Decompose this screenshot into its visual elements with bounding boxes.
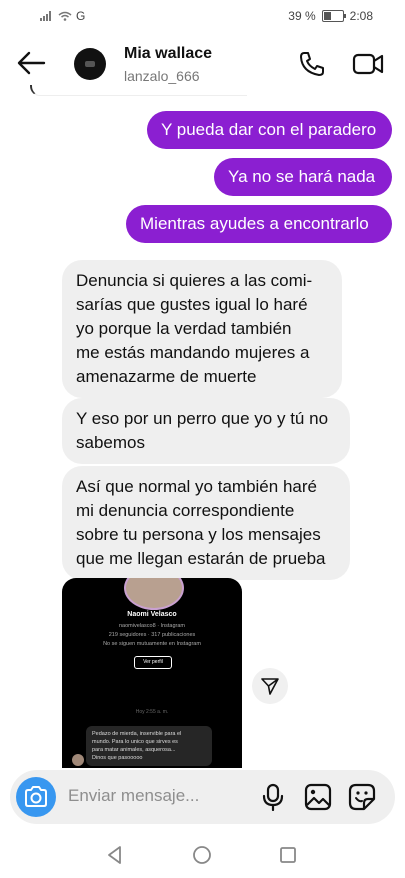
wifi-icon (58, 11, 72, 21)
message-line: amenazarme de muerte (76, 367, 257, 386)
nav-home-icon[interactable] (191, 844, 213, 866)
phone-icon[interactable] (298, 50, 326, 78)
avatar[interactable] (74, 48, 106, 80)
message-outgoing[interactable]: Mientras ayudes a encontrarlo (126, 205, 392, 243)
message-text: Y pueda dar con el paradero (161, 120, 377, 139)
camera-button[interactable] (16, 777, 56, 817)
image-icon[interactable] (304, 783, 332, 811)
battery-icon (321, 10, 346, 22)
shared-message-line: mundo. Para lo unico que sirves es (92, 739, 178, 745)
arrow-left-icon[interactable] (16, 50, 46, 76)
message-composer: Enviar mensaje... (10, 770, 395, 824)
system-nav-bar (0, 832, 405, 878)
message-incoming[interactable]: Denuncia si quieres a las comi- sarías q… (62, 260, 342, 398)
message-line: me estás mandando mujeres a (76, 343, 310, 362)
message-line: mi denuncia correspondiente (76, 501, 295, 520)
message-line: yo porque la verdad también (76, 319, 292, 338)
message-line: sabemos (76, 433, 145, 452)
message-incoming[interactable]: Y eso por un perro que yo y tú no sabemo… (62, 398, 350, 464)
contact-name[interactable]: Mia wallace (124, 45, 212, 63)
network-type: G (76, 9, 86, 23)
share-button[interactable] (252, 668, 288, 704)
message-line: Y eso por un perro que yo y tú no (76, 409, 329, 428)
contact-username[interactable]: lanzalo_666 (124, 68, 200, 84)
shared-message-line: para matar animales, asquerosa... (92, 747, 176, 753)
message-line: Así que normal yo también haré (76, 477, 317, 496)
shared-message-line: Pedazo de mierda, inservible para el (92, 731, 182, 737)
message-line: sobre tu persona y los mensajes (76, 525, 321, 544)
message-outgoing[interactable]: Ya no se hará nada (214, 158, 392, 196)
message-text: Ya no se hará nada (228, 167, 376, 186)
message-text: Mientras ayudes a encontrarlo (140, 214, 369, 233)
paper-plane-icon (261, 678, 279, 695)
message-input[interactable]: Enviar mensaje... (68, 786, 199, 806)
shared-timestamp: Hoy 2:55 a. m. (135, 709, 169, 715)
avatar-image (85, 61, 95, 67)
shared-profile-handle: naomivelasco8 · Instagram (118, 623, 186, 629)
shared-profile-name: Naomi Velasco (127, 611, 177, 618)
shared-message: Pedazo de mierda, inservible para el mun… (86, 726, 212, 766)
message-line: sarías que gustes igual lo haré (76, 295, 308, 314)
message-line: Denuncia si quieres a las comi- (76, 271, 313, 290)
nav-recent-apps-icon[interactable] (277, 844, 299, 866)
sticker-icon[interactable] (348, 783, 376, 811)
video-camera-icon[interactable] (352, 50, 384, 78)
microphone-icon[interactable] (260, 783, 286, 811)
message-incoming[interactable]: Así que normal yo también haré mi denunc… (62, 466, 350, 580)
message-outgoing[interactable]: Y pueda dar con el paradero (147, 111, 392, 149)
shared-profile-stats: 219 seguidores · 317 publicaciones (108, 632, 196, 638)
previous-message-edge (30, 85, 247, 96)
status-bar: G 39 % 2:08 (0, 0, 405, 32)
camera-icon (25, 786, 47, 807)
shared-view-profile-button: Ver perfil (134, 656, 172, 669)
nav-back-icon[interactable] (104, 844, 126, 866)
message-line: que me llegan estarán de prueba (76, 549, 326, 568)
shared-follow-note: No se siguen mutuamente en Instagram (103, 641, 201, 647)
battery-percent: 39 % (288, 9, 316, 23)
clock: 2:08 (349, 9, 373, 23)
shared-message-line: Dinos que pasooooo (92, 755, 143, 761)
shared-mini-avatar (72, 754, 84, 766)
signal-icon (40, 11, 51, 21)
shared-image[interactable]: Naomi Velasco naomivelasco8 · Instagram … (62, 578, 242, 768)
shared-profile-avatar (124, 578, 184, 610)
